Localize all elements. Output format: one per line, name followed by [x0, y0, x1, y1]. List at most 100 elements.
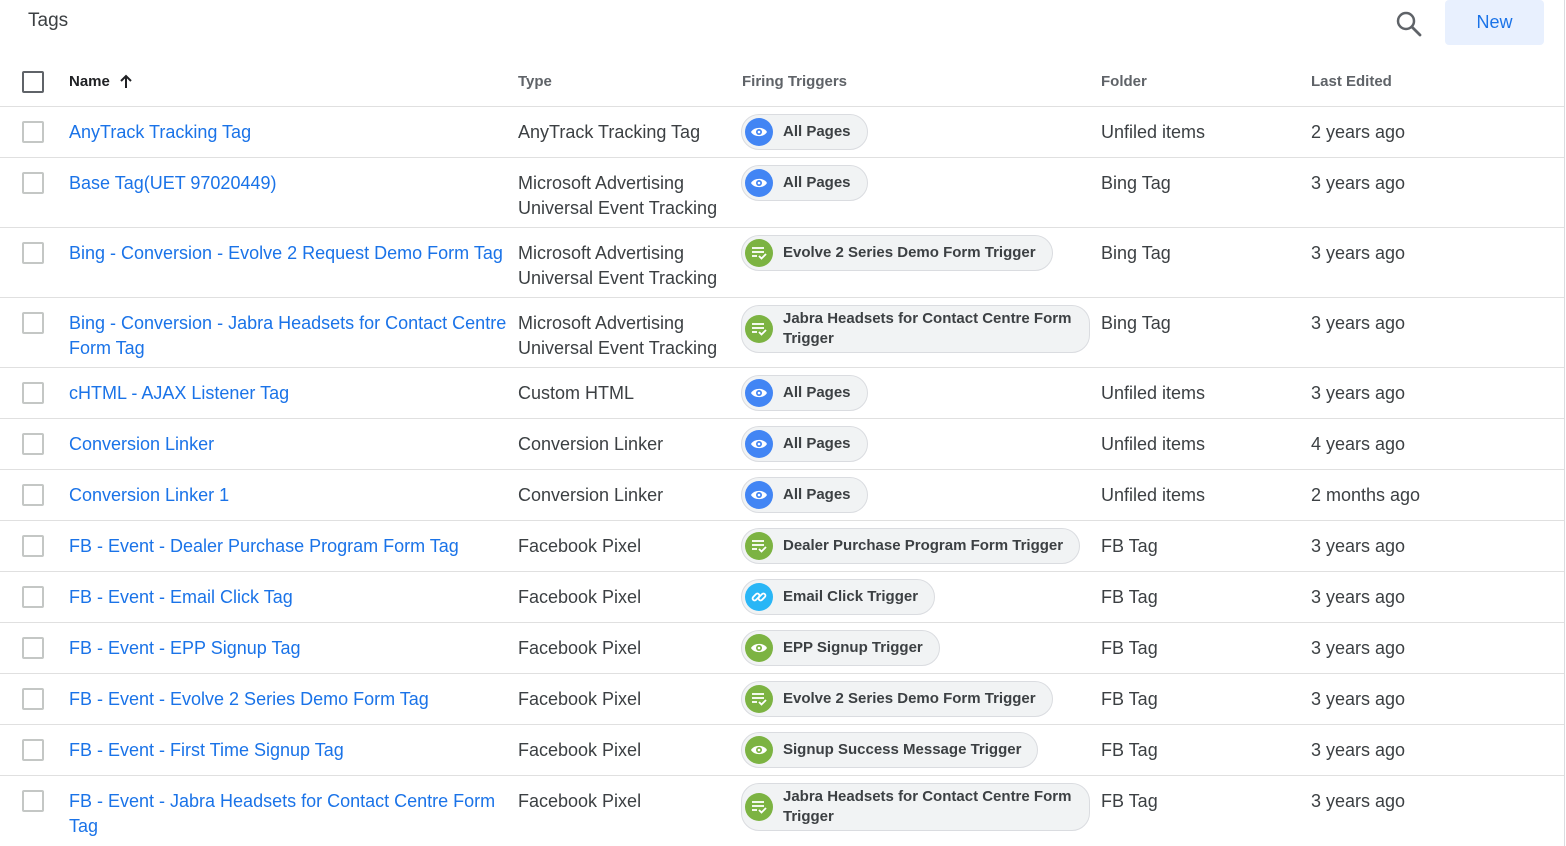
tag-type: Custom HTML [518, 383, 635, 403]
last-edited: 3 years ago [1311, 243, 1406, 263]
row-checkbox[interactable] [22, 242, 44, 264]
folder-name: FB Tag [1101, 689, 1158, 709]
tag-name-link[interactable]: cHTML - AJAX Listener Tag [69, 381, 509, 406]
form-submit-icon [745, 315, 773, 343]
last-edited: 3 years ago [1311, 383, 1406, 403]
panel-toolbar: Tags New [0, 0, 1564, 56]
table-row[interactable]: AnyTrack Tracking Tag AnyTrack Tracking T… [0, 107, 1564, 158]
table-row[interactable]: Bing - Conversion - Evolve 2 Request Dem… [0, 228, 1564, 298]
table-row[interactable]: Bing - Conversion - Jabra Headsets for C… [0, 298, 1564, 368]
table-row[interactable]: Conversion Linker Conversion Linker All Pa… [0, 419, 1564, 470]
tag-name-link[interactable]: FB - Event - Jabra Headsets for Contact … [69, 789, 509, 839]
trigger-chip[interactable]: Jabra Headsets for Contact Centre Form T… [741, 783, 1090, 831]
row-checkbox[interactable] [22, 312, 44, 334]
tag-name-link[interactable]: FB - Event - EPP Signup Tag [69, 636, 509, 661]
row-checkbox[interactable] [22, 172, 44, 194]
trigger-chip[interactable]: Evolve 2 Series Demo Form Trigger [741, 681, 1053, 717]
last-edited: 3 years ago [1311, 740, 1406, 760]
folder-name: FB Tag [1101, 536, 1158, 556]
tag-type: Facebook Pixel [518, 536, 642, 556]
tag-name-link[interactable]: Base Tag(UET 97020449) [69, 171, 509, 196]
trigger-chip[interactable]: All Pages [741, 426, 868, 462]
column-header-type[interactable]: Type [518, 73, 552, 90]
trigger-chip[interactable]: All Pages [741, 375, 868, 411]
last-edited: 3 years ago [1311, 313, 1406, 333]
folder-name: Unfiled items [1101, 122, 1206, 142]
column-name-label: Name [69, 73, 110, 90]
column-header-name[interactable]: Name [69, 73, 134, 90]
table-header: Name Type Firing Triggers Folder Last Ed… [0, 57, 1564, 107]
eye-icon [745, 379, 773, 407]
table-row[interactable]: Conversion Linker 1 Conversion Linker All … [0, 470, 1564, 521]
trigger-label: Jabra Headsets for Contact Centre Form T… [783, 788, 1072, 825]
form-submit-icon [745, 685, 773, 713]
row-checkbox[interactable] [22, 739, 44, 761]
select-all-checkbox[interactable] [22, 71, 44, 93]
trigger-label: All Pages [783, 435, 851, 452]
table-row[interactable]: FB - Event - Evolve 2 Series Demo Form T… [0, 674, 1564, 725]
new-tag-button[interactable]: New [1445, 0, 1544, 45]
trigger-chip[interactable]: Email Click Trigger [741, 579, 936, 615]
eye-icon [745, 430, 773, 458]
table-row[interactable]: FB - Event - EPP Signup Tag Facebook Pixe… [0, 623, 1564, 674]
trigger-chip[interactable]: All Pages [741, 165, 868, 201]
trigger-label: All Pages [783, 384, 851, 401]
table-row[interactable]: FB - Event - Dealer Purchase Program For… [0, 521, 1564, 572]
row-checkbox[interactable] [22, 688, 44, 710]
tag-type: Microsoft Advertising Universal Event Tr… [518, 313, 718, 358]
tag-name-link[interactable]: Bing - Conversion - Jabra Headsets for C… [69, 311, 509, 361]
folder-name: FB Tag [1101, 740, 1158, 760]
tags-table-body: AnyTrack Tracking Tag AnyTrack Tracking T… [0, 107, 1564, 846]
tag-type: Facebook Pixel [518, 689, 642, 709]
trigger-chip[interactable]: Evolve 2 Series Demo Form Trigger [741, 235, 1053, 271]
tag-name-link[interactable]: Conversion Linker [69, 432, 509, 457]
row-checkbox[interactable] [22, 535, 44, 557]
trigger-chip[interactable]: All Pages [741, 477, 868, 513]
tag-name-link[interactable]: FB - Event - Dealer Purchase Program For… [69, 534, 509, 559]
table-row[interactable]: Base Tag(UET 97020449) Microsoft Advertis… [0, 158, 1564, 228]
column-header-firing-triggers[interactable]: Firing Triggers [742, 73, 847, 90]
row-checkbox[interactable] [22, 382, 44, 404]
trigger-label: All Pages [783, 486, 851, 503]
row-checkbox[interactable] [22, 433, 44, 455]
table-row[interactable]: FB - Event - First Time Signup Tag Facebo… [0, 725, 1564, 776]
folder-name: Unfiled items [1101, 485, 1206, 505]
last-edited: 2 years ago [1311, 122, 1406, 142]
arrow-up-icon [120, 74, 132, 88]
column-header-last-edited[interactable]: Last Edited [1311, 73, 1392, 90]
last-edited: 3 years ago [1311, 689, 1406, 709]
column-header-folder[interactable]: Folder [1101, 73, 1147, 90]
table-row[interactable]: FB - Event - Jabra Headsets for Contact … [0, 776, 1564, 846]
tag-type: Facebook Pixel [518, 791, 642, 811]
folder-name: Bing Tag [1101, 313, 1171, 333]
eye-icon [745, 481, 773, 509]
tag-name-link[interactable]: FB - Event - Evolve 2 Series Demo Form T… [69, 687, 509, 712]
tag-name-link[interactable]: FB - Event - First Time Signup Tag [69, 738, 509, 763]
trigger-chip[interactable]: Jabra Headsets for Contact Centre Form T… [741, 305, 1090, 353]
folder-name: Bing Tag [1101, 243, 1171, 263]
tag-name-link[interactable]: FB - Event - Email Click Tag [69, 585, 509, 610]
row-checkbox[interactable] [22, 586, 44, 608]
search-button[interactable] [1393, 8, 1425, 40]
table-row[interactable]: cHTML - AJAX Listener Tag Custom HTML All … [0, 368, 1564, 419]
row-checkbox[interactable] [22, 121, 44, 143]
row-checkbox[interactable] [22, 484, 44, 506]
trigger-chip[interactable]: Dealer Purchase Program Form Trigger [741, 528, 1081, 564]
row-checkbox[interactable] [22, 637, 44, 659]
trigger-label: Evolve 2 Series Demo Form Trigger [783, 690, 1036, 707]
last-edited: 3 years ago [1311, 536, 1406, 556]
visibility-icon [745, 736, 773, 764]
tag-name-link[interactable]: Bing - Conversion - Evolve 2 Request Dem… [69, 241, 509, 266]
tag-name-link[interactable]: AnyTrack Tracking Tag [69, 120, 509, 145]
trigger-chip[interactable]: All Pages [741, 114, 868, 150]
trigger-chip[interactable]: EPP Signup Trigger [741, 630, 940, 666]
tag-name-link[interactable]: Conversion Linker 1 [69, 483, 509, 508]
folder-name: Unfiled items [1101, 434, 1206, 454]
folder-name: Bing Tag [1101, 173, 1171, 193]
link-click-icon [745, 583, 773, 611]
table-row[interactable]: FB - Event - Email Click Tag Facebook Pix… [0, 572, 1564, 623]
tag-type: Microsoft Advertising Universal Event Tr… [518, 243, 718, 288]
tag-type: Facebook Pixel [518, 587, 642, 607]
row-checkbox[interactable] [22, 790, 44, 812]
trigger-chip[interactable]: Signup Success Message Trigger [741, 732, 1039, 768]
